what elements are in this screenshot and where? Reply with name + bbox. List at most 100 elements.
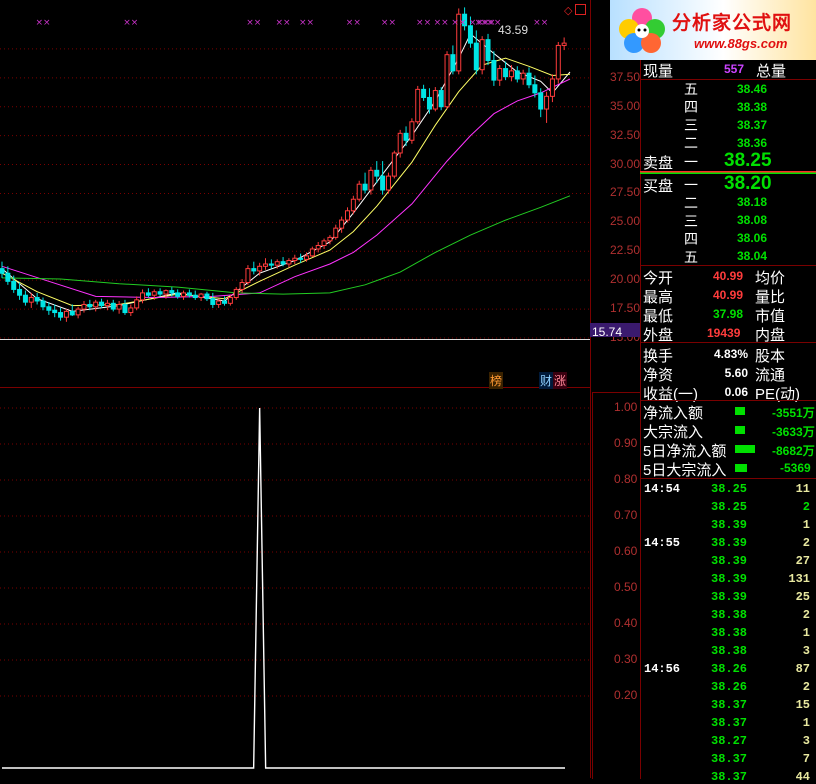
signal-marker: ×× (434, 18, 449, 28)
candle[interactable] (491, 51, 497, 86)
candle[interactable] (116, 300, 122, 314)
candle[interactable] (52, 304, 58, 318)
candle[interactable] (362, 172, 368, 194)
candle[interactable] (421, 84, 427, 101)
candlestick-chart[interactable]: ×× ×× ×× ×× ×× ×× ×× ×× ×× ×× ×××××××× ×× (0, 0, 590, 340)
candle[interactable] (444, 51, 450, 110)
candle[interactable] (339, 216, 345, 233)
candle[interactable] (321, 238, 327, 249)
candle[interactable] (93, 299, 99, 312)
candle[interactable] (450, 45, 456, 75)
candle[interactable] (110, 299, 116, 312)
candle[interactable] (245, 265, 251, 285)
candle[interactable] (81, 300, 87, 313)
rank-tag[interactable]: 榜 (489, 372, 504, 389)
candle-body (157, 291, 163, 295)
diamond-icon[interactable]: ◇ (564, 4, 572, 17)
candle[interactable] (286, 258, 292, 268)
candle[interactable] (263, 258, 269, 270)
candle[interactable] (380, 161, 386, 195)
candle[interactable] (69, 304, 75, 317)
candle-body (298, 257, 304, 260)
candle[interactable] (75, 306, 81, 319)
candle[interactable] (63, 309, 69, 322)
candle[interactable] (391, 150, 397, 179)
candle[interactable] (479, 36, 485, 75)
candle[interactable] (385, 172, 391, 194)
sell-level-label: 五 (684, 81, 698, 97)
candle[interactable] (368, 166, 374, 195)
candle[interactable] (292, 254, 298, 264)
candle-body (28, 297, 34, 303)
candle[interactable] (145, 288, 151, 298)
candle[interactable] (438, 87, 444, 111)
candle[interactable] (128, 304, 134, 317)
candle[interactable] (555, 41, 561, 84)
candle[interactable] (397, 129, 403, 158)
candle[interactable] (157, 288, 163, 297)
candle[interactable] (432, 87, 438, 112)
candle[interactable] (99, 298, 105, 308)
candle[interactable] (186, 289, 192, 298)
sell-level-label: 三 (684, 117, 698, 133)
candle[interactable] (40, 297, 46, 311)
candle-body (292, 257, 298, 262)
logo: 分析家公式网 www.88gs.com (610, 0, 816, 60)
candle[interactable] (309, 246, 315, 258)
candle-body (561, 42, 567, 46)
rise-tag[interactable]: 涨 (553, 372, 568, 389)
candle-body (186, 292, 192, 296)
price-chart-panel[interactable]: ×× ×× ×× ×× ×× ×× ×× ×× ×× ×× ×× ×× ×× ×× ×× (0, 0, 590, 340)
buy-level-price: 38.06 (737, 231, 768, 245)
candle[interactable] (181, 290, 187, 300)
candle[interactable] (22, 290, 28, 306)
candle[interactable] (0, 261, 5, 278)
candle[interactable] (344, 207, 350, 223)
candle[interactable] (268, 259, 274, 269)
close-square-icon[interactable] (575, 4, 586, 15)
candle-body (116, 303, 122, 310)
candle-body (140, 292, 146, 301)
candle[interactable] (497, 65, 503, 86)
candle[interactable] (409, 118, 415, 144)
candle[interactable] (526, 67, 532, 89)
finance-tag[interactable]: 财 (539, 372, 554, 389)
candle[interactable] (356, 180, 362, 202)
candle[interactable] (198, 292, 204, 301)
tick-price: 38.38 (711, 644, 748, 658)
candle[interactable] (544, 91, 550, 123)
candle[interactable] (210, 292, 216, 308)
price-axis-label: 32.50 (610, 127, 641, 142)
candle[interactable] (415, 85, 421, 125)
candle[interactable] (520, 69, 526, 85)
indicator-chart[interactable] (0, 388, 590, 778)
candle[interactable] (403, 126, 409, 147)
stat-value: 19439 (707, 326, 741, 340)
candle[interactable] (34, 292, 40, 305)
candle[interactable] (538, 88, 544, 118)
candle[interactable] (426, 88, 432, 114)
candle[interactable] (298, 253, 304, 263)
indicator-panel[interactable] (0, 388, 590, 778)
candle[interactable] (134, 296, 140, 311)
candle[interactable] (561, 37, 567, 51)
candle-body (491, 59, 497, 81)
candle[interactable] (122, 299, 128, 315)
candle[interactable] (58, 307, 64, 321)
candle-body (432, 90, 438, 110)
candle[interactable] (485, 33, 491, 66)
candle[interactable] (192, 290, 198, 300)
candle[interactable] (508, 65, 514, 82)
price-axis-label: 35.00 (610, 98, 641, 113)
candle[interactable] (251, 261, 257, 275)
candle[interactable] (233, 287, 239, 300)
candle-body (87, 303, 93, 308)
candle[interactable] (333, 224, 339, 240)
price-axis-label: 37.50 (610, 69, 641, 84)
signal-marker: ×× (381, 18, 396, 28)
stat2-value: 4.83% (713, 347, 748, 361)
candle[interactable] (514, 66, 520, 83)
candle[interactable] (549, 74, 555, 103)
candle[interactable] (46, 302, 52, 315)
candle[interactable] (204, 291, 210, 301)
